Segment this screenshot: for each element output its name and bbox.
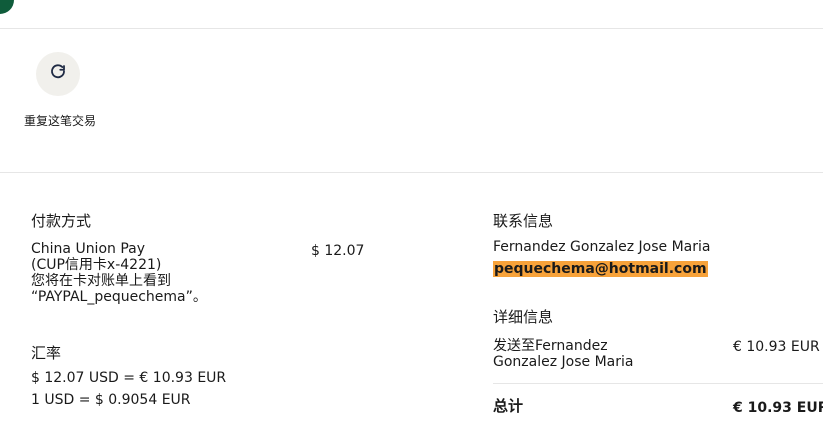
total-label: 总计 (493, 397, 524, 415)
total-amount: € 10.93 EUR (733, 400, 823, 416)
contact-email[interactable]: pequechema@hotmail.com (493, 261, 708, 277)
statement-note: 您将在卡对账单上看到 (31, 273, 171, 289)
details-recipient-line2: Gonzalez Jose Maria (493, 354, 634, 370)
refresh-icon (49, 63, 67, 85)
details-amount: € 10.93 EUR (733, 339, 820, 355)
contact-name: Fernandez Gonzalez Jose Maria (493, 239, 711, 255)
payment-method-title: 付款方式 (31, 212, 92, 230)
top-divider (0, 28, 823, 29)
repeat-transaction-button[interactable] (36, 52, 80, 96)
exchange-rate-title: 汇率 (31, 344, 62, 362)
details-title: 详细信息 (493, 308, 554, 326)
details-recipient-line1: 发送至Fernandez (493, 338, 608, 354)
details-description: 发送至Fernandez Gonzalez Jose Maria (493, 338, 693, 370)
exchange-rate: 1 USD = $ 0.9054 EUR (31, 392, 191, 408)
repeat-transaction-label[interactable]: 重复这笔交易 (22, 113, 98, 130)
payment-card-info: (CUP信用卡x-4221) (31, 257, 162, 273)
exchange-conversion: $ 12.07 USD = € 10.93 EUR (31, 370, 227, 386)
payment-method-details: China Union Pay (CUP信用卡x-4221) 您将在卡对账单上看… (31, 241, 271, 305)
payment-method-name: China Union Pay (31, 241, 146, 257)
statement-descriptor: “PAYPAL_pequechema”。 (31, 289, 207, 305)
payment-amount: $ 12.07 (311, 243, 365, 259)
contact-info-title: 联系信息 (493, 212, 554, 230)
summary-divider (493, 383, 823, 384)
section-divider (0, 172, 823, 173)
brand-logo (0, 0, 14, 14)
